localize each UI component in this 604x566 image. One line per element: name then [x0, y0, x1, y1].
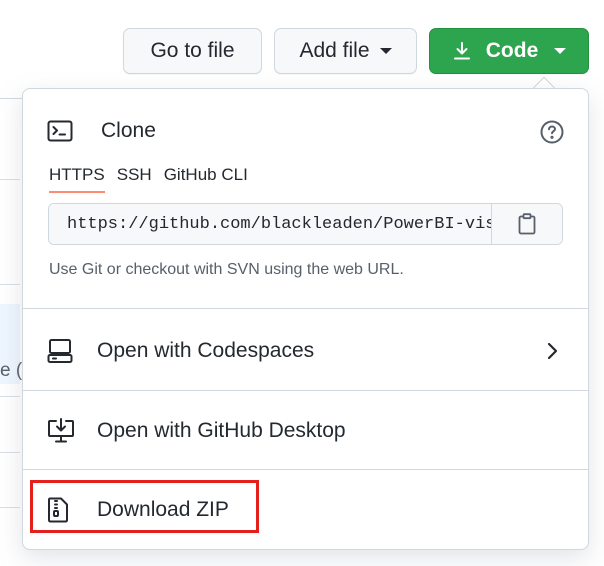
bg-row [0, 507, 20, 508]
clipboard-icon [518, 213, 536, 235]
open-with-codespaces-item[interactable]: Open with Codespaces [23, 312, 588, 390]
go-to-file-button[interactable]: Go to file [123, 28, 262, 74]
bg-row [0, 179, 20, 180]
open-with-codespaces-label: Open with Codespaces [97, 339, 315, 362]
codespaces-icon [47, 338, 73, 364]
file-zip-icon [47, 497, 69, 523]
add-file-button[interactable]: Add file [274, 28, 417, 74]
copy-url-button[interactable] [491, 204, 562, 244]
divider [23, 469, 588, 470]
question-icon[interactable] [540, 120, 564, 149]
bg-row [0, 284, 20, 285]
code-dropdown: Clone HTTPS SSH GitHub CLI https://githu… [22, 88, 589, 550]
screen: e (n Go to file Add file Code Clone [0, 0, 604, 566]
caret-down-icon [554, 48, 567, 54]
add-file-label: Add file [299, 39, 370, 62]
clone-protocol-tabs: HTTPS SSH GitHub CLI [49, 165, 260, 193]
bg-row [0, 452, 20, 453]
bg-row [0, 396, 20, 397]
tab-https[interactable]: HTTPS [49, 165, 105, 193]
code-label: Code [485, 39, 539, 62]
download-zip-item[interactable]: Download ZIP [23, 471, 588, 549]
open-with-github-desktop-label: Open with GitHub Desktop [97, 419, 346, 442]
caret-down-icon [379, 48, 392, 54]
clone-url-input[interactable]: https://github.com/blackleaden/PowerBI-v… [49, 204, 491, 244]
download-zip-label: Download ZIP [97, 498, 229, 521]
clone-header: Clone [47, 119, 156, 143]
terminal-icon [47, 120, 73, 142]
bg-text-part: e ( [0, 360, 23, 381]
tab-ssh[interactable]: SSH [117, 165, 152, 193]
divider [23, 390, 588, 391]
code-button[interactable]: Code [429, 28, 589, 74]
tab-github-cli[interactable]: GitHub CLI [164, 165, 248, 193]
clone-hint: Use Git or checkout with SVN using the w… [49, 261, 404, 278]
download-icon [452, 41, 472, 61]
chevron-right-icon [546, 342, 558, 360]
go-to-file-label: Go to file [150, 39, 235, 62]
clone-url-box: https://github.com/blackleaden/PowerBI-v… [48, 203, 563, 245]
desktop-download-icon [47, 418, 75, 444]
divider [23, 308, 588, 309]
clone-title: Clone [101, 119, 156, 142]
open-with-github-desktop-item[interactable]: Open with GitHub Desktop [23, 392, 588, 470]
